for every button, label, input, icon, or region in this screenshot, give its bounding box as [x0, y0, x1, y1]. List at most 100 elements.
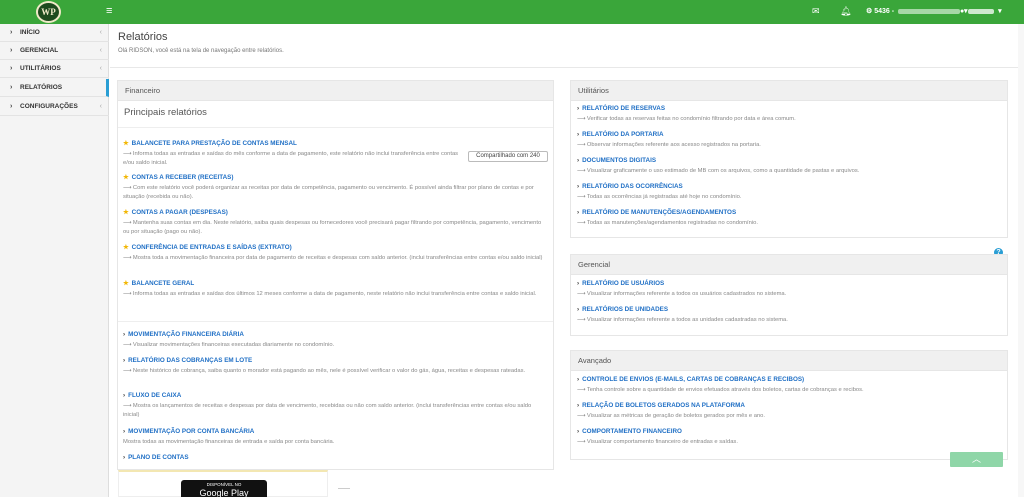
badge-big-text: Google Play	[199, 488, 249, 497]
report-link[interactable]: RELATÓRIO DA PORTARIA	[582, 131, 663, 138]
arrow-right-icon: ⟶	[577, 116, 587, 122]
user-menu[interactable]: ● ▾	[960, 7, 1002, 15]
report-description: Visualizar graficamente o uso estimado d…	[586, 168, 860, 174]
divider	[118, 127, 553, 128]
report-link[interactable]: CONTAS A PAGAR (DESPESAS)	[132, 209, 228, 216]
google-play-badge[interactable]: DISPONÍVEL NO Google Play	[181, 480, 267, 497]
mail-icon[interactable]: ✉	[812, 6, 820, 17]
report-description: Informa todas as entradas e saídas dos ú…	[132, 291, 537, 297]
arrow-right-icon: ⟶	[123, 403, 133, 409]
report-link[interactable]: RELAÇÃO DE BOLETOS GERADOS NA PLATAFORMA	[582, 402, 745, 409]
report-description: Verificar todas as reservas feitas no co…	[586, 116, 796, 122]
star-icon: ★	[123, 244, 129, 251]
sidebar-item-label: CONFIGURAÇÕES	[20, 103, 78, 110]
report-link[interactable]: PLANO DE CONTAS	[128, 454, 188, 461]
arrow-right-icon: ⟶	[577, 168, 587, 174]
chevron-right-icon: ›	[123, 428, 126, 435]
report-link[interactable]: RELATÓRIO DE RESERVAS	[582, 105, 665, 112]
star-icon: ★	[123, 280, 129, 287]
arrow-right-icon: ⟶	[577, 142, 587, 148]
chevron-right-icon: ›	[123, 357, 126, 364]
header-divider	[110, 67, 1018, 68]
list-item: ★ CONFERÊNCIA DE ENTRADAS E SAÍDAS (EXTRA…	[123, 244, 548, 263]
account-name-redacted	[898, 8, 961, 14]
arrow-right-icon: ⟶	[577, 439, 587, 445]
user-icon: ●	[960, 8, 965, 15]
report-description: Visualizar informações referente a todos…	[586, 291, 787, 297]
badge-small-text: DISPONÍVEL NO	[206, 482, 242, 487]
chevron-right-icon: ›	[10, 84, 13, 91]
report-link[interactable]: COMPORTAMENTO FINANCEIRO	[582, 428, 682, 435]
sidebar-item-inicio[interactable]: › INÍCIO ‹	[0, 24, 109, 42]
sidebar-item-utilitarios[interactable]: › UTILITÁRIOS ‹	[0, 60, 109, 78]
report-description: Neste histórico de cobrança, saiba quant…	[132, 368, 526, 374]
arrow-right-icon: ⟶	[577, 194, 587, 200]
list-item: › RELATÓRIO DE USUÁRIOS ⟶ Visualizar info…	[577, 280, 1002, 299]
bell-icon[interactable]: 🔔︎	[840, 6, 851, 17]
chevron-right-icon: ›	[577, 209, 580, 216]
back-to-top-button[interactable]: ︿	[950, 452, 1003, 467]
arrow-right-icon: ⟶	[577, 387, 587, 393]
arrow-right-icon: ⟶	[123, 368, 133, 374]
gear-icon: ⚙	[866, 8, 873, 15]
chevron-right-icon: ›	[577, 280, 580, 287]
menu-icon[interactable]: ≡	[106, 6, 112, 17]
brand-logo[interactable]: WP	[36, 1, 61, 23]
sidebar-item-configuracoes[interactable]: › CONFIGURAÇÕES ‹	[0, 98, 109, 116]
report-link[interactable]: FLUXO DE CAIXA	[128, 392, 181, 399]
arrow-right-icon: ⟶	[123, 151, 133, 157]
panel-header: Utilitários	[571, 81, 1007, 101]
report-link[interactable]: DOCUMENTOS DIGITAIS	[582, 157, 656, 164]
arrow-right-icon: ⟶	[577, 317, 587, 323]
list-item: › FLUXO DE CAIXA ⟶ Mostra os lançamentos …	[123, 392, 548, 419]
chevron-right-icon: ›	[577, 376, 580, 383]
list-item: › MOVIMENTAÇÃO POR CONTA BANCÁRIA Mostra …	[123, 428, 548, 447]
list-item: › RELAÇÃO DE BOLETOS GERADOS NA PLATAFORM…	[577, 402, 1002, 421]
list-item: › CONTROLE DE ENVIOS (E-MAILS, CARTAS DE …	[577, 376, 1002, 395]
report-link[interactable]: CONFERÊNCIA DE ENTRADAS E SAÍDAS (EXTRAT…	[132, 244, 292, 251]
chevron-right-icon: ›	[577, 131, 580, 138]
chevron-right-icon: ›	[577, 183, 580, 190]
report-link[interactable]: CONTAS A RECEBER (RECEITAS)	[132, 174, 234, 181]
report-description: Observar informações referente aos acess…	[586, 142, 761, 148]
report-link[interactable]: MOVIMENTAÇÃO FINANCEIRA DIÁRIA	[128, 331, 244, 338]
chevron-left-icon: ‹	[99, 103, 102, 110]
report-description: Informa todas as entradas e saídas do mê…	[123, 151, 459, 166]
app-promo-box: DISPONÍVEL NO Google Play	[118, 470, 328, 497]
report-link[interactable]: BALANCETE GERAL	[132, 280, 195, 287]
list-item: › MOVIMENTAÇÃO FINANCEIRA DIÁRIA ⟶ Visual…	[123, 331, 548, 350]
chevron-right-icon: ›	[10, 65, 13, 72]
report-link[interactable]: MOVIMENTAÇÃO POR CONTA BANCÁRIA	[128, 428, 254, 435]
list-item: ★ CONTAS A PAGAR (DESPESAS) ⟶ Mantenha su…	[123, 209, 548, 236]
list-item: › RELATÓRIO DE MANUTENÇÕES/AGENDAMENTOS ⟶…	[577, 209, 1002, 228]
report-description: Visualizar informações referente a todos…	[586, 317, 788, 323]
sidebar-item-gerencial[interactable]: › GERENCIAL ‹	[0, 42, 109, 60]
chevron-right-icon: ›	[123, 454, 126, 461]
report-link[interactable]: RELATÓRIO DE MANUTENÇÕES/AGENDAMENTOS	[582, 209, 736, 216]
chevron-left-icon: ‹	[99, 65, 102, 72]
report-link[interactable]: CONTROLE DE ENVIOS (E-MAILS, CARTAS DE C…	[582, 376, 804, 383]
sidebar-item-relatorios[interactable]: › RELATÓRIOS	[0, 79, 109, 97]
scrollbar[interactable]	[1018, 24, 1024, 497]
report-link[interactable]: RELATÓRIO DE USUÁRIOS	[582, 280, 664, 287]
arrow-right-icon: ⟶	[577, 413, 587, 419]
report-link[interactable]: RELATÓRIOS DE UNIDADES	[582, 306, 668, 313]
chevron-right-icon: ›	[577, 306, 580, 313]
report-description: Todas as ocorrências já registradas até …	[586, 194, 742, 200]
report-link[interactable]: BALANCETE PARA PRESTAÇÃO DE CONTAS MENSA…	[132, 140, 297, 147]
page-subtitle: Olá RIDSON, você está na tela de navegaç…	[118, 48, 284, 54]
chevron-right-icon: ›	[10, 103, 13, 110]
account-selector[interactable]: ⚙ 5436 - ▾	[866, 7, 968, 15]
report-link[interactable]: RELATÓRIO DAS OCORRÊNCIAS	[582, 183, 683, 190]
list-item: › RELATÓRIO DAS COBRANÇAS EM LOTE ⟶ Neste…	[123, 357, 548, 376]
star-icon: ★	[123, 140, 129, 147]
list-item: ★ BALANCETE GERAL ⟶ Informa todas as entr…	[123, 280, 548, 299]
panel-header: Financeiro	[118, 81, 553, 101]
report-description: Mantenha suas contas em dia. Neste relat…	[123, 220, 542, 235]
list-item: › RELATÓRIOS DE UNIDADES ⟶ Visualizar inf…	[577, 306, 1002, 325]
sidebar: › INÍCIO ‹ › GERENCIAL ‹ › UTILITÁRIOS ‹…	[0, 24, 109, 497]
report-description: Mostra todas as movimentação financeiras…	[123, 439, 335, 445]
share-button[interactable]: Compartilhado com 240	[468, 151, 548, 162]
report-description: Visualizar as métricas de geração de bol…	[586, 413, 766, 419]
report-link[interactable]: RELATÓRIO DAS COBRANÇAS EM LOTE	[128, 357, 252, 364]
